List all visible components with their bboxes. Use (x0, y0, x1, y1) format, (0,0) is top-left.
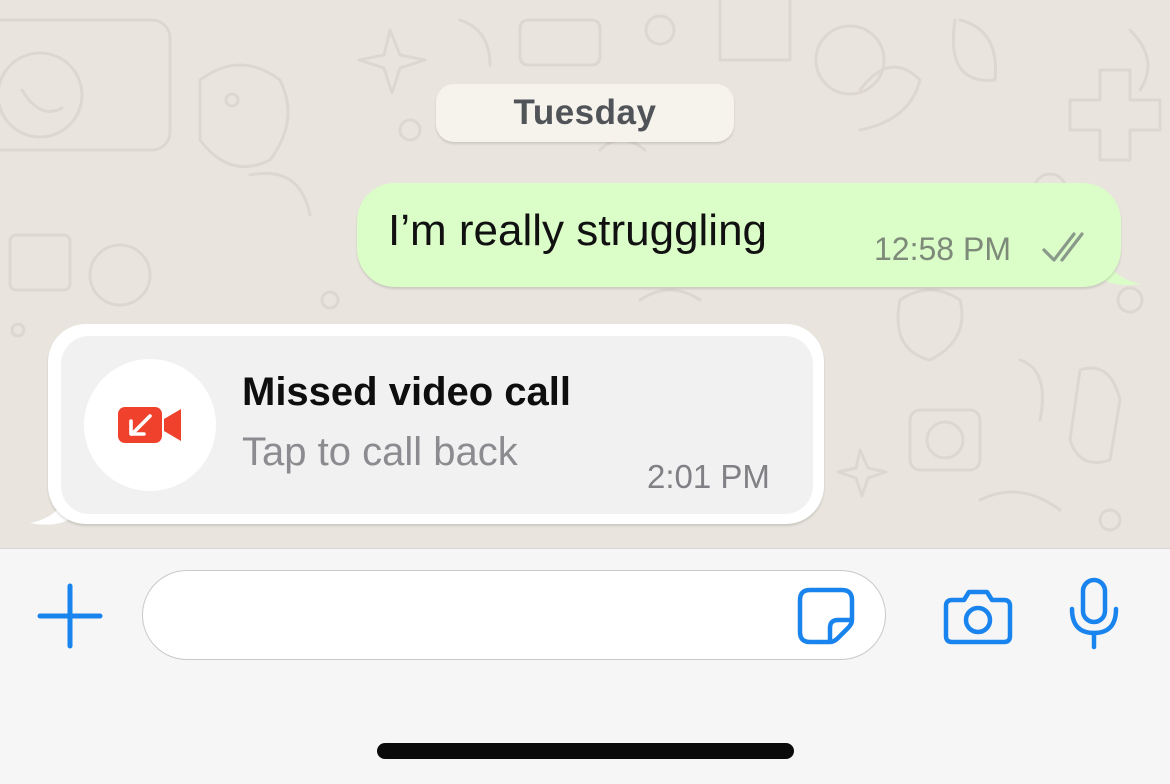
home-indicator (377, 743, 794, 759)
date-separator: Tuesday (436, 84, 734, 142)
sticker-icon[interactable] (796, 586, 856, 646)
message-input[interactable] (142, 570, 886, 660)
outgoing-message-time: 12:58 PM (874, 231, 1011, 267)
missed-call-time: 2:01 PM (647, 458, 770, 495)
missed-video-call-icon (118, 407, 181, 443)
call-back-link[interactable]: Tap to call back (242, 430, 518, 475)
outgoing-message-text: I’m really struggling (388, 206, 768, 255)
camera-icon[interactable] (942, 586, 1014, 646)
missed-call-title: Missed video call (242, 370, 572, 414)
read-ticks-icon (1042, 232, 1084, 262)
plus-icon[interactable] (36, 582, 104, 650)
microphone-icon[interactable] (1066, 577, 1122, 651)
